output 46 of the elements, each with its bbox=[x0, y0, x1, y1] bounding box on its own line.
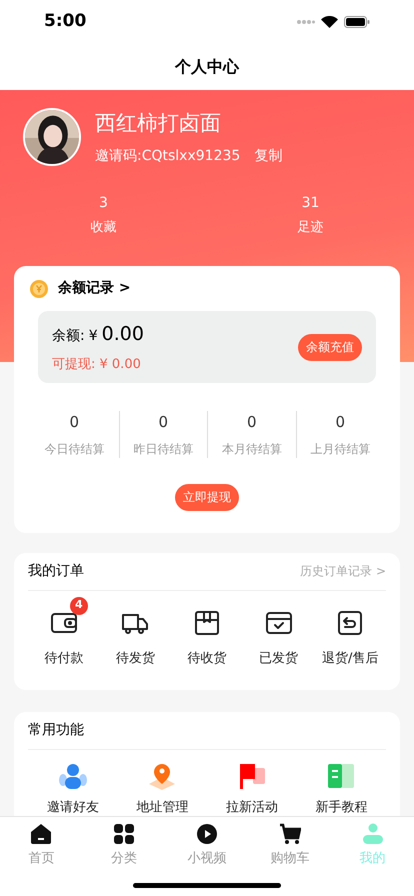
stat-label: 足迹 bbox=[298, 218, 324, 236]
stat-value: 31 bbox=[302, 194, 320, 212]
stat-label: 收藏 bbox=[90, 218, 116, 236]
return-icon bbox=[336, 608, 364, 636]
flag-icon bbox=[238, 762, 266, 790]
pending-value: 0 bbox=[158, 412, 168, 433]
section-title: 常用功能 bbox=[28, 721, 84, 740]
signal-icon bbox=[297, 17, 315, 27]
coin-icon bbox=[30, 280, 48, 298]
pending-value: 0 bbox=[246, 412, 257, 433]
balance-amount: 0.00 bbox=[102, 322, 144, 347]
wifi-icon bbox=[321, 16, 338, 28]
location-pin-icon bbox=[147, 762, 178, 790]
cart-icon bbox=[278, 823, 301, 845]
user-name: 西红柿打卤面 bbox=[95, 110, 222, 137]
home-icon bbox=[30, 823, 52, 845]
withdrawable-amount: 可提现: ¥ 0.00 bbox=[52, 356, 142, 374]
pending-label: 昨日待结算 bbox=[133, 440, 194, 458]
people-icon bbox=[58, 762, 88, 790]
pending-value: 0 bbox=[69, 412, 80, 433]
status-time: 5:00 bbox=[44, 10, 86, 34]
function-item[interactable]: 新手教程 bbox=[296, 762, 386, 816]
book-icon bbox=[326, 762, 356, 790]
balance-label: 余额: bbox=[52, 327, 85, 346]
order-status-item[interactable]: 已发货 bbox=[259, 608, 298, 668]
section-title: 我的订单 bbox=[28, 562, 84, 580]
pending-label: 今日待结算 bbox=[44, 440, 104, 458]
play-icon bbox=[196, 823, 218, 845]
package-icon bbox=[192, 608, 221, 636]
battery-icon bbox=[344, 16, 370, 28]
person-icon bbox=[362, 823, 384, 845]
order-status-item[interactable]: 待发货 bbox=[116, 608, 155, 668]
pending-value: 0 bbox=[335, 412, 346, 433]
stat-value: 3 bbox=[99, 194, 108, 212]
count-badge: 4 bbox=[70, 596, 88, 614]
pending-label: 上月待结算 bbox=[310, 440, 370, 458]
order-status-item[interactable]: 待收货 bbox=[187, 608, 226, 668]
balance-record-link[interactable]: 余额记录 > bbox=[58, 278, 131, 299]
invite-code: 邀请码:CQtslxx91235 bbox=[95, 146, 240, 166]
page-title: 个人中心 bbox=[175, 56, 239, 78]
order-status-item[interactable]: 退货/售后 bbox=[322, 608, 378, 668]
function-item[interactable]: 邀请好友 bbox=[28, 762, 118, 816]
function-item[interactable]: 拉新活动 bbox=[207, 762, 296, 816]
currency-sign: ¥ bbox=[88, 327, 98, 346]
pending-label: 本月待结算 bbox=[222, 440, 282, 458]
grid-icon bbox=[113, 823, 136, 845]
